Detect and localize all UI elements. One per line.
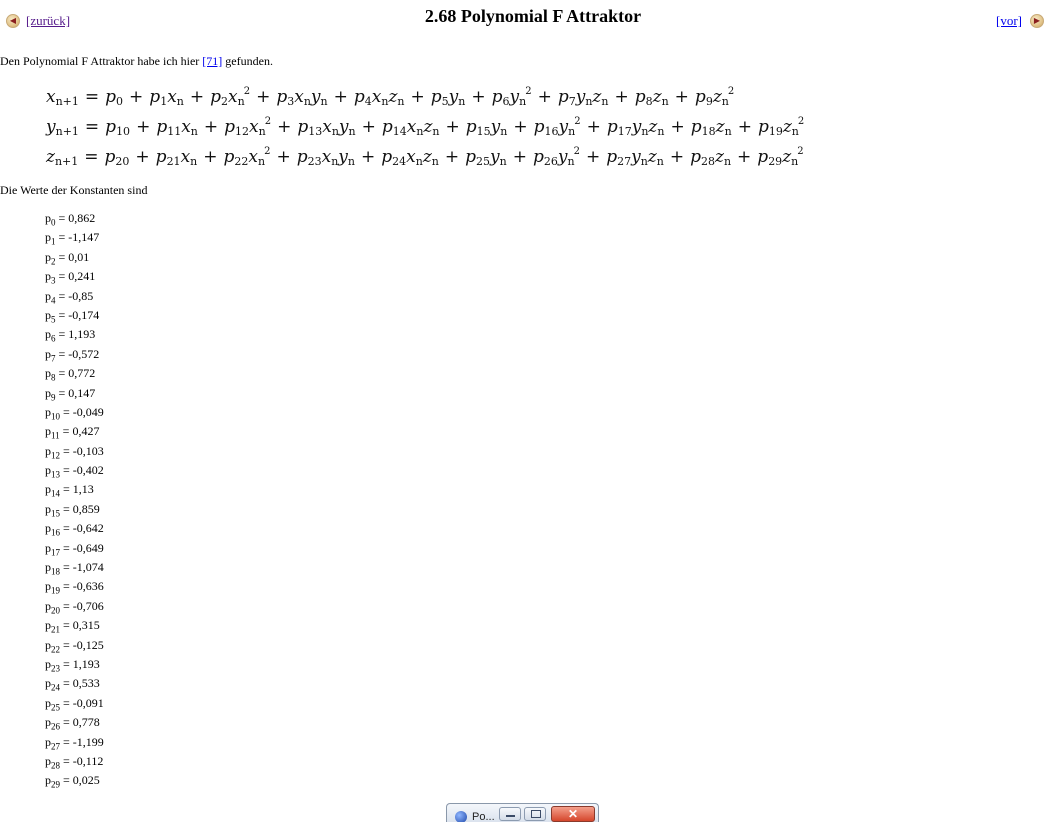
constant-item: p21 = 0,315: [45, 618, 100, 635]
constant-item: p10 = -0,049: [45, 404, 104, 422]
constant-item: p4 = -0,85: [45, 288, 94, 305]
equation-y: yn+1 = p10 + p11xn + p12xn2 + p13xnyn + p14xnzn + p1…: [46, 116, 805, 138]
constant-item: p28 = -0,112: [45, 753, 104, 771]
constant-item: p2 = 0,01: [45, 249, 90, 267]
constant-item: p7 = -0,572: [45, 346, 100, 364]
constant-item: p16 = -0,642: [45, 521, 104, 538]
constant-item: p1 = -1,147: [45, 230, 100, 247]
constant-item: p11 = 0,427: [45, 424, 100, 441]
constant-item: p19 = -0,636: [45, 579, 104, 596]
browser-globe-icon: [455, 811, 467, 822]
reference-link[interactable]: [71]: [202, 54, 222, 68]
constants-list: p0 = 0,862 p1 = -1,147 p2 = 0,01 p3 = 0,241…: [45, 209, 104, 791]
constant-item: p13 = -0,402: [45, 463, 104, 480]
constant-item: p27 = -1,199: [45, 734, 104, 751]
constant-item: p29 = 0,025: [45, 773, 100, 790]
constant-item: p3 = 0,241: [45, 269, 96, 286]
constant-item: p22 = -0,125: [45, 637, 104, 654]
minimize-icon[interactable]: [499, 807, 521, 821]
top-navigation: ◀ [zurück] 2.68 Polynomial F Attraktor […: [0, 0, 1052, 40]
constant-item: p9 = 0,147: [45, 385, 96, 402]
constant-item: p5 = -0,174: [45, 307, 100, 325]
constant-item: p20 = -0,706: [45, 598, 104, 616]
constant-item: p12 = -0,103: [45, 443, 104, 461]
taskbar-window-thumbnail[interactable]: Po... ✕: [446, 803, 599, 822]
intro-text-after: gefunden.: [222, 54, 273, 68]
intro-paragraph: Den Polynomial F Attraktor habe ich hier…: [0, 54, 273, 69]
constant-item: p8 = 0,772: [45, 366, 96, 383]
equation-block: xn+1 = p0 + p1xn + p2xn2 + p3xnyn + p4xnzn + p5yn + p6…: [46, 82, 804, 172]
constant-item: p24 = 0,533: [45, 676, 100, 693]
next-link[interactable]: [vor]: [996, 13, 1022, 29]
constant-item: p6 = 1,193: [45, 327, 96, 344]
constant-item: p25 = -0,091: [45, 695, 104, 713]
taskbar-app-label: Po...: [472, 811, 495, 822]
page-title: 2.68 Polynomial F Attraktor: [424, 6, 642, 26]
constant-item: p14 = 1,13: [45, 482, 94, 499]
constant-item: p15 = 0,859: [45, 501, 100, 519]
constant-item: p26 = 0,778: [45, 715, 100, 732]
intro-text-before: Den Polynomial F Attraktor habe ich hier: [0, 54, 203, 68]
equation-z: zn+1 = p20 + p21xn + p22xn2 + p23xnyn + p24xnzn + p2…: [46, 146, 804, 168]
close-icon[interactable]: ✕: [551, 806, 595, 822]
constant-item: p18 = -1,074: [45, 560, 104, 577]
constant-item: p23 = 1,193: [45, 656, 100, 674]
next-nav[interactable]: [vor] ▶: [996, 13, 1044, 29]
maximize-icon[interactable]: [524, 807, 546, 821]
constant-item: p17 = -0,649: [45, 540, 104, 558]
constants-intro: Die Werte der Konstanten sind: [0, 183, 148, 197]
equation-x: xn+1 = p0 + p1xn + p2xn2 + p3xnyn + p4xnzn + p5yn + p6…: [46, 86, 735, 108]
constant-item: p0 = 0,862: [45, 211, 96, 228]
right-arrow-circle-icon[interactable]: ▶: [1030, 14, 1044, 28]
